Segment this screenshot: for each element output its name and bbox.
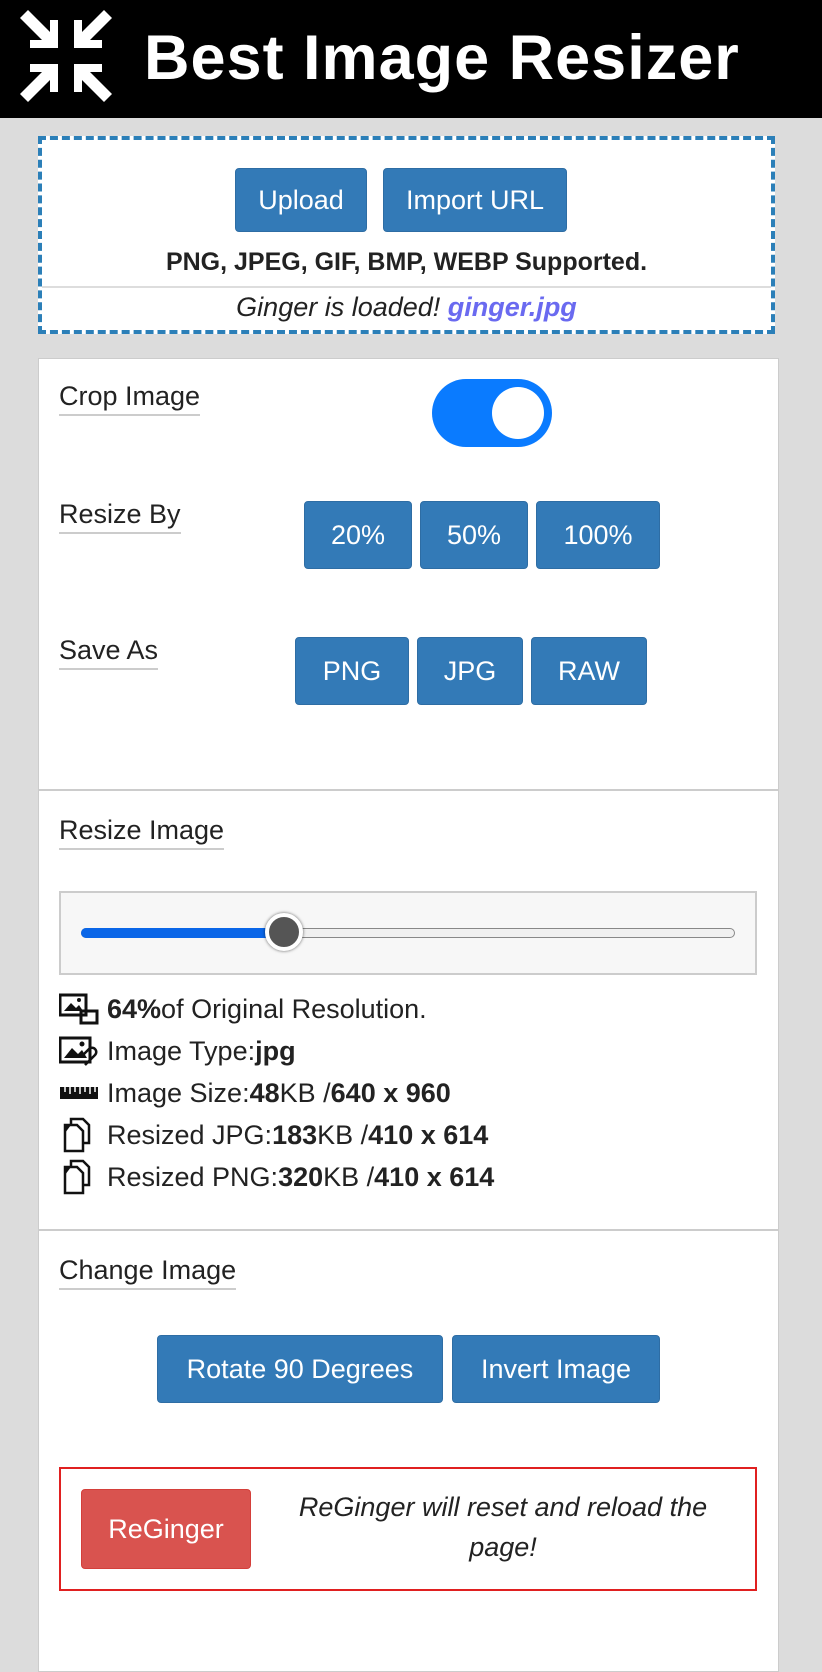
compress-arrows-icon bbox=[20, 10, 112, 102]
resize-20-button[interactable]: 20% bbox=[304, 501, 412, 569]
section-divider bbox=[39, 1229, 778, 1231]
slider-fill bbox=[81, 928, 284, 938]
toggle-knob bbox=[492, 387, 544, 439]
image-type-value: jpg bbox=[255, 1035, 296, 1066]
resize-image-label: Resize Image bbox=[59, 815, 225, 850]
image-attachment-icon bbox=[59, 1033, 101, 1069]
slider-thumb[interactable] bbox=[264, 913, 303, 951]
import-url-button[interactable]: Import URL bbox=[383, 168, 567, 232]
app-header: Best Image Resizer bbox=[0, 0, 822, 118]
supported-formats: PNG, JPEG, GIF, BMP, WEBP Supported. bbox=[165, 248, 648, 276]
image-size-info: Image Size: 48 KB / 640 x 960 bbox=[59, 1073, 451, 1113]
app-title: Best Image Resizer bbox=[144, 23, 740, 93]
copy-files-icon bbox=[59, 1159, 101, 1195]
reset-note: ReGinger will reset and reload the page! bbox=[298, 1492, 708, 1562]
change-image-label: Change Image bbox=[59, 1255, 237, 1290]
image-size-label: Image Size: bbox=[107, 1077, 250, 1108]
crop-image-label: Crop Image bbox=[59, 381, 201, 416]
resolution-percent: 64% bbox=[107, 993, 162, 1024]
divider bbox=[42, 286, 771, 288]
resize-by-label: Resize By bbox=[59, 499, 181, 534]
resized-png-unit: KB / bbox=[323, 1161, 375, 1192]
image-type-label: Image Type: bbox=[107, 1035, 256, 1066]
loaded-text: Ginger is loaded! bbox=[236, 292, 448, 322]
reginger-button[interactable]: ReGinger bbox=[81, 1489, 251, 1569]
image-type-info: Image Type: jpg bbox=[59, 1031, 296, 1071]
resized-jpg-unit: KB / bbox=[317, 1119, 369, 1150]
upload-button[interactable]: Upload bbox=[235, 168, 367, 232]
rotate-button[interactable]: Rotate 90 Degrees bbox=[157, 1335, 443, 1403]
crop-toggle[interactable] bbox=[432, 379, 552, 447]
resized-png-dims: 410 x 614 bbox=[374, 1161, 495, 1192]
resized-jpg-info: Resized JPG: 183 KB / 410 x 614 bbox=[59, 1115, 488, 1155]
reset-box: ReGinger ReGinger will reset and reload … bbox=[59, 1467, 757, 1591]
resized-jpg-dims: 410 x 614 bbox=[368, 1119, 489, 1150]
save-as-label: Save As bbox=[59, 635, 159, 670]
image-size-kb: 48 bbox=[249, 1077, 280, 1108]
loaded-status: Ginger is loaded! ginger.jpg bbox=[42, 292, 771, 323]
settings-panel: Crop Image Resize By 20% 50% 100% Save A… bbox=[38, 358, 779, 1672]
resized-png-kb: 320 bbox=[278, 1161, 324, 1192]
resolution-suffix: of Original Resolution. bbox=[161, 993, 427, 1024]
save-png-button[interactable]: PNG bbox=[295, 637, 409, 705]
resize-50-button[interactable]: 50% bbox=[420, 501, 528, 569]
save-jpg-button[interactable]: JPG bbox=[417, 637, 523, 705]
resized-png-label: Resized PNG: bbox=[107, 1161, 279, 1192]
invert-button[interactable]: Invert Image bbox=[452, 1335, 660, 1403]
save-raw-button[interactable]: RAW bbox=[531, 637, 647, 705]
resize-slider-container bbox=[59, 891, 757, 975]
resolution-icon bbox=[59, 991, 101, 1027]
image-size-dims: 640 x 960 bbox=[330, 1077, 451, 1108]
resolution-info: 64% of Original Resolution. bbox=[59, 989, 427, 1029]
resized-png-info: Resized PNG: 320 KB / 410 x 614 bbox=[59, 1157, 494, 1197]
copy-files-icon bbox=[59, 1117, 101, 1153]
upload-dropzone[interactable]: Upload Import URL PNG, JPEG, GIF, BMP, W… bbox=[38, 136, 775, 334]
section-divider bbox=[39, 789, 778, 791]
file-name: ginger.jpg bbox=[447, 292, 577, 322]
resized-jpg-kb: 183 bbox=[272, 1119, 318, 1150]
ruler-icon bbox=[59, 1075, 101, 1111]
resize-100-button[interactable]: 100% bbox=[536, 501, 660, 569]
image-size-unit: KB / bbox=[279, 1077, 331, 1108]
resized-jpg-label: Resized JPG: bbox=[107, 1119, 273, 1150]
